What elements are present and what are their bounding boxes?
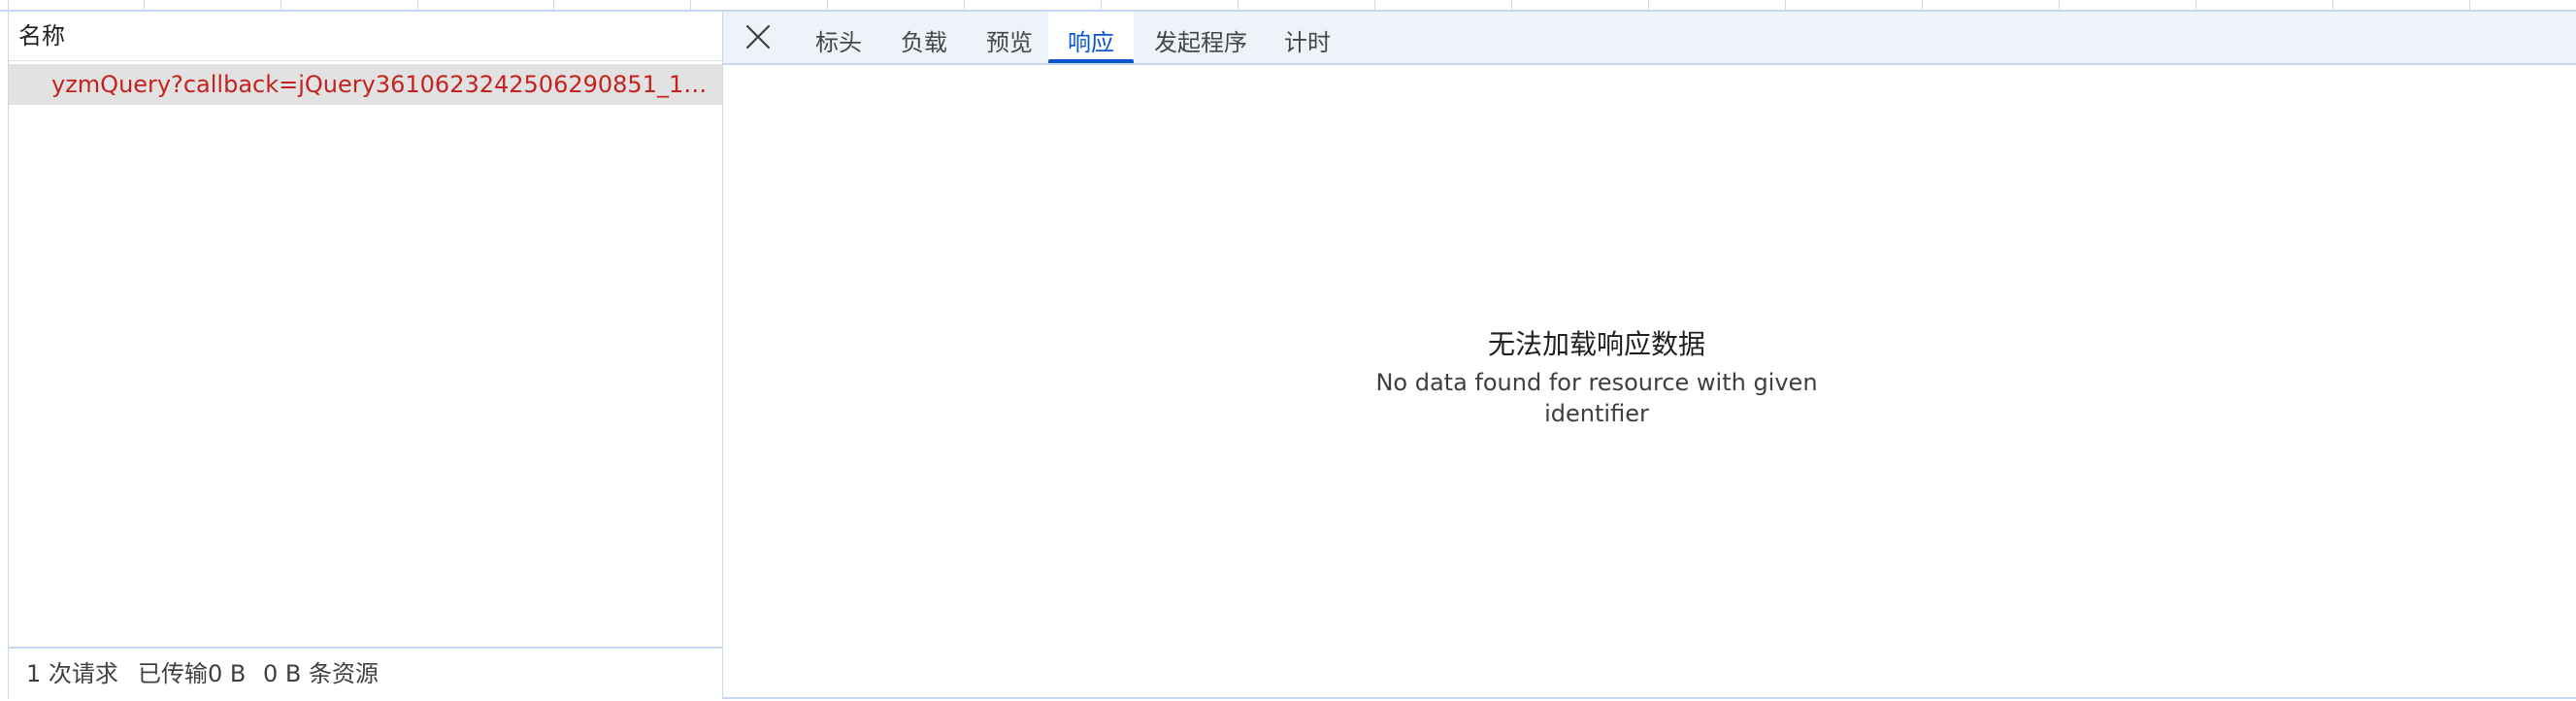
timeline-tick bbox=[1785, 0, 1786, 10]
request-name: yzmQuery?callback=jQuery3610623242506290… bbox=[51, 71, 711, 98]
tab-timing[interactable]: 计时 bbox=[1269, 12, 1346, 63]
timeline-tick bbox=[690, 0, 691, 10]
timeline-tick bbox=[2469, 0, 2470, 10]
timeline-tick bbox=[417, 0, 418, 10]
timeline-tick bbox=[144, 0, 145, 10]
timeline-tick bbox=[1374, 0, 1375, 10]
close-icon bbox=[745, 24, 771, 50]
request-list-panel: 名称 yzmQuery?callback=jQuery3610623242506… bbox=[8, 12, 724, 699]
tab-initiator[interactable]: 发起程序 bbox=[1142, 12, 1259, 63]
timeline-tick bbox=[964, 0, 965, 10]
transferred-size: 已传输0 B bbox=[138, 660, 247, 687]
close-details-button[interactable] bbox=[743, 21, 774, 52]
name-column-label: 名称 bbox=[18, 22, 65, 50]
request-details-panel: 标头 负载 预览 响应 发起程序 计时 无法加载响应数据 No data fou… bbox=[723, 12, 2576, 699]
timeline-tick bbox=[2059, 0, 2060, 10]
empty-response-title: 无法加载响应数据 bbox=[1487, 328, 1705, 360]
empty-response-detail: No data found for resource with given id… bbox=[1375, 369, 1818, 427]
tab-response[interactable]: 响应 bbox=[1048, 12, 1134, 63]
timeline-tick bbox=[1101, 0, 1102, 10]
timeline-tick bbox=[1511, 0, 1512, 10]
name-column-header[interactable]: 名称 bbox=[9, 12, 722, 61]
timeline-overview[interactable] bbox=[0, 0, 2576, 12]
timeline-tick bbox=[827, 0, 828, 10]
details-tabbar: 标头 负载 预览 响应 发起程序 计时 bbox=[723, 12, 2576, 65]
tab-headers[interactable]: 标头 bbox=[801, 12, 876, 63]
tab-preview[interactable]: 预览 bbox=[972, 12, 1047, 63]
timeline-tick bbox=[2332, 0, 2333, 10]
request-count: 1 次请求 bbox=[26, 660, 118, 687]
timeline-tick bbox=[8, 0, 9, 10]
request-row-selected[interactable]: yzmQuery?callback=jQuery3610623242506290… bbox=[9, 64, 722, 105]
timeline-tick bbox=[1648, 0, 1649, 10]
empty-response-message: 无法加载响应数据 No data found for resource with… bbox=[1063, 326, 2130, 429]
devtools-network-panel: 名称 yzmQuery?callback=jQuery3610623242506… bbox=[0, 0, 2576, 701]
network-summary-bar: 1 次请求 已传输0 B 0 B 条资源 bbox=[9, 647, 722, 699]
tab-payload[interactable]: 负载 bbox=[886, 12, 962, 63]
timeline-tick bbox=[553, 0, 554, 10]
resources-size: 0 B 条资源 bbox=[263, 660, 379, 687]
timeline-tick bbox=[1922, 0, 1923, 10]
